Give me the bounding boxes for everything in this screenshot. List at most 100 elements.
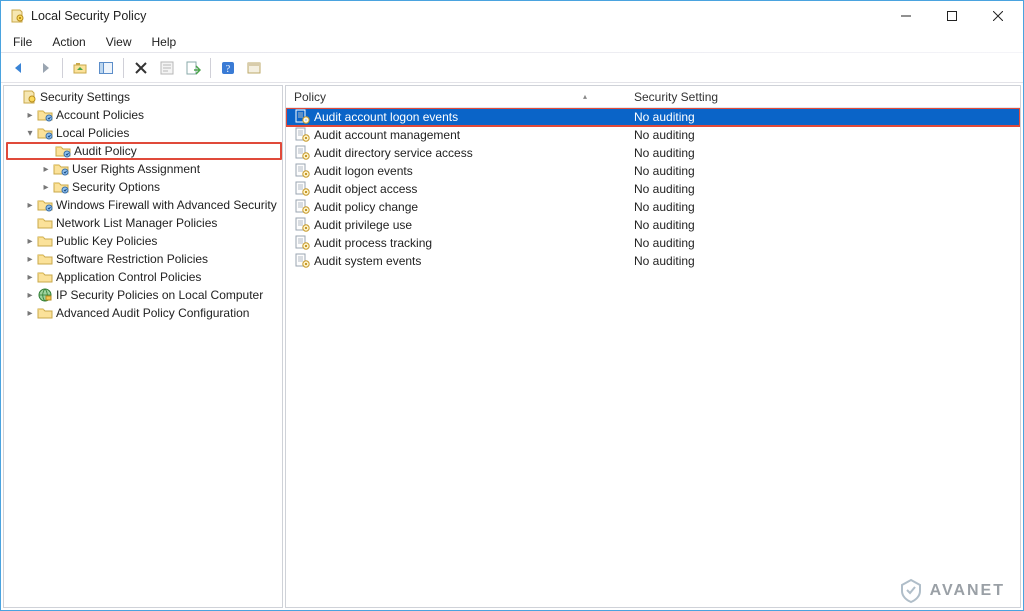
export-list-button[interactable]: [181, 56, 205, 80]
menu-help[interactable]: Help: [144, 33, 185, 51]
list-row[interactable]: Audit system events No auditing: [286, 252, 1020, 270]
expand-icon[interactable]: ▸: [24, 308, 36, 319]
expand-icon[interactable]: ▸: [40, 164, 52, 175]
list-row[interactable]: Audit process tracking No auditing: [286, 234, 1020, 252]
security-settings-icon: [21, 89, 37, 105]
cell-setting: No auditing: [626, 236, 1020, 250]
tree-label: Advanced Audit Policy Configuration: [56, 306, 249, 320]
tree-label: Network List Manager Policies: [56, 216, 217, 230]
menu-file[interactable]: File: [5, 33, 40, 51]
setting-value: No auditing: [634, 182, 695, 196]
list-row[interactable]: Audit account logon eventsNo auditing: [286, 108, 1020, 126]
cell-policy: Audit policy change: [286, 198, 626, 217]
tree-label: Security Settings: [40, 90, 130, 104]
list-row[interactable]: Audit policy change No auditing: [286, 198, 1020, 216]
tree-item[interactable]: Network List Manager Policies: [6, 214, 282, 232]
cell-policy: Audit process tracking: [286, 234, 626, 253]
list-row[interactable]: Audit object accessNo auditing: [286, 180, 1020, 198]
column-label: Policy: [294, 90, 326, 104]
folder-icon: [37, 269, 53, 285]
expand-icon[interactable]: ▸: [24, 236, 36, 247]
policy-name: Audit process tracking: [314, 236, 432, 250]
expand-icon[interactable]: ▸: [24, 290, 36, 301]
toolbar-separator: [123, 58, 124, 78]
titlebar: Local Security Policy: [1, 1, 1023, 31]
help-button[interactable]: ?: [216, 56, 240, 80]
tree-item[interactable]: ▸ Software Restriction Policies: [6, 250, 282, 268]
app-window: Local Security Policy File Action View H…: [0, 0, 1024, 611]
list-pane[interactable]: Policy ▴ Security Setting Audit account …: [285, 85, 1021, 608]
cell-setting: No auditing: [626, 254, 1020, 268]
folder-icon: [37, 251, 53, 267]
cell-policy: Audit system events: [286, 252, 626, 271]
list-row[interactable]: Audit account management No auditing: [286, 126, 1020, 144]
tree-item[interactable]: ▸ Application Control Policies: [6, 268, 282, 286]
back-button[interactable]: [7, 56, 31, 80]
policy-icon: [294, 234, 310, 253]
list-row[interactable]: Audit directory service accessNo auditin…: [286, 144, 1020, 162]
tree-label: Public Key Policies: [56, 234, 157, 248]
svg-text:?: ?: [226, 64, 231, 75]
tree-label: Software Restriction Policies: [56, 252, 208, 266]
show-hide-tree-button[interactable]: [94, 56, 118, 80]
policy-name: Audit privilege use: [314, 218, 412, 232]
list-row[interactable]: Audit privilege use No auditing: [286, 216, 1020, 234]
menu-action[interactable]: Action: [44, 33, 93, 51]
folder-icon: [55, 143, 71, 159]
policy-name: Audit account management: [314, 128, 460, 142]
expand-icon[interactable]: ▸: [40, 182, 52, 193]
refresh-button[interactable]: [242, 56, 266, 80]
properties-button[interactable]: [155, 56, 179, 80]
folder-icon: [37, 197, 53, 213]
setting-value: No auditing: [634, 254, 695, 268]
maximize-button[interactable]: [929, 1, 975, 31]
forward-button[interactable]: [33, 56, 57, 80]
tree-item[interactable]: ▸Security Options: [6, 178, 282, 196]
policy-name: Audit system events: [314, 254, 421, 268]
expand-icon[interactable]: ▸: [24, 272, 36, 283]
tree-root[interactable]: Security Settings: [6, 88, 282, 106]
cell-policy: Audit account logon events: [286, 108, 626, 127]
cell-setting: No auditing: [626, 164, 1020, 178]
tree-item[interactable]: ▸Windows Firewall with Advanced Security: [6, 196, 282, 214]
cell-setting: No auditing: [626, 110, 1020, 124]
cell-setting: No auditing: [626, 200, 1020, 214]
expand-icon[interactable]: ▸: [24, 110, 36, 121]
cell-policy: Audit privilege use: [286, 216, 626, 235]
expand-icon[interactable]: ▸: [24, 254, 36, 265]
tree-item[interactable]: ▸User Rights Assignment: [6, 160, 282, 178]
folder-icon: [37, 125, 53, 141]
tree-label: Application Control Policies: [56, 270, 201, 284]
tree-label: IP Security Policies on Local Computer: [56, 288, 263, 302]
tree-item[interactable]: ▸ IP Security Policies on Local Computer: [6, 286, 282, 304]
expand-icon[interactable]: ▸: [24, 200, 36, 211]
cell-setting: No auditing: [626, 128, 1020, 142]
list-row[interactable]: Audit logon eventsNo auditing: [286, 162, 1020, 180]
tree-item[interactable]: ▸Account Policies: [6, 106, 282, 124]
minimize-button[interactable]: [883, 1, 929, 31]
menu-view[interactable]: View: [98, 33, 140, 51]
setting-value: No auditing: [634, 218, 695, 232]
sort-indicator-icon: ▴: [583, 92, 587, 101]
folder-icon: [37, 107, 53, 123]
setting-value: No auditing: [634, 236, 695, 250]
close-button[interactable]: [975, 1, 1021, 31]
policy-icon: [294, 198, 310, 217]
folder-icon: [53, 161, 69, 177]
menubar: File Action View Help: [1, 31, 1023, 53]
policy-name: Audit policy change: [314, 200, 418, 214]
column-label: Security Setting: [634, 90, 718, 104]
window-title: Local Security Policy: [31, 9, 146, 23]
tree-item[interactable]: ▸ Advanced Audit Policy Configuration: [6, 304, 282, 322]
tree-item[interactable]: ▾Local Policies: [6, 124, 282, 142]
tree-item[interactable]: ▸ Public Key Policies: [6, 232, 282, 250]
column-security-setting[interactable]: Security Setting: [626, 86, 1020, 107]
tree-item[interactable]: Audit Policy: [6, 142, 282, 160]
policy-icon: [294, 216, 310, 235]
tree-pane[interactable]: Security Settings ▸Account Policies▾Loca…: [3, 85, 283, 608]
up-button[interactable]: [68, 56, 92, 80]
column-policy[interactable]: Policy ▴: [286, 86, 626, 107]
cell-setting: No auditing: [626, 146, 1020, 160]
delete-button[interactable]: [129, 56, 153, 80]
expand-icon[interactable]: ▾: [24, 128, 36, 139]
